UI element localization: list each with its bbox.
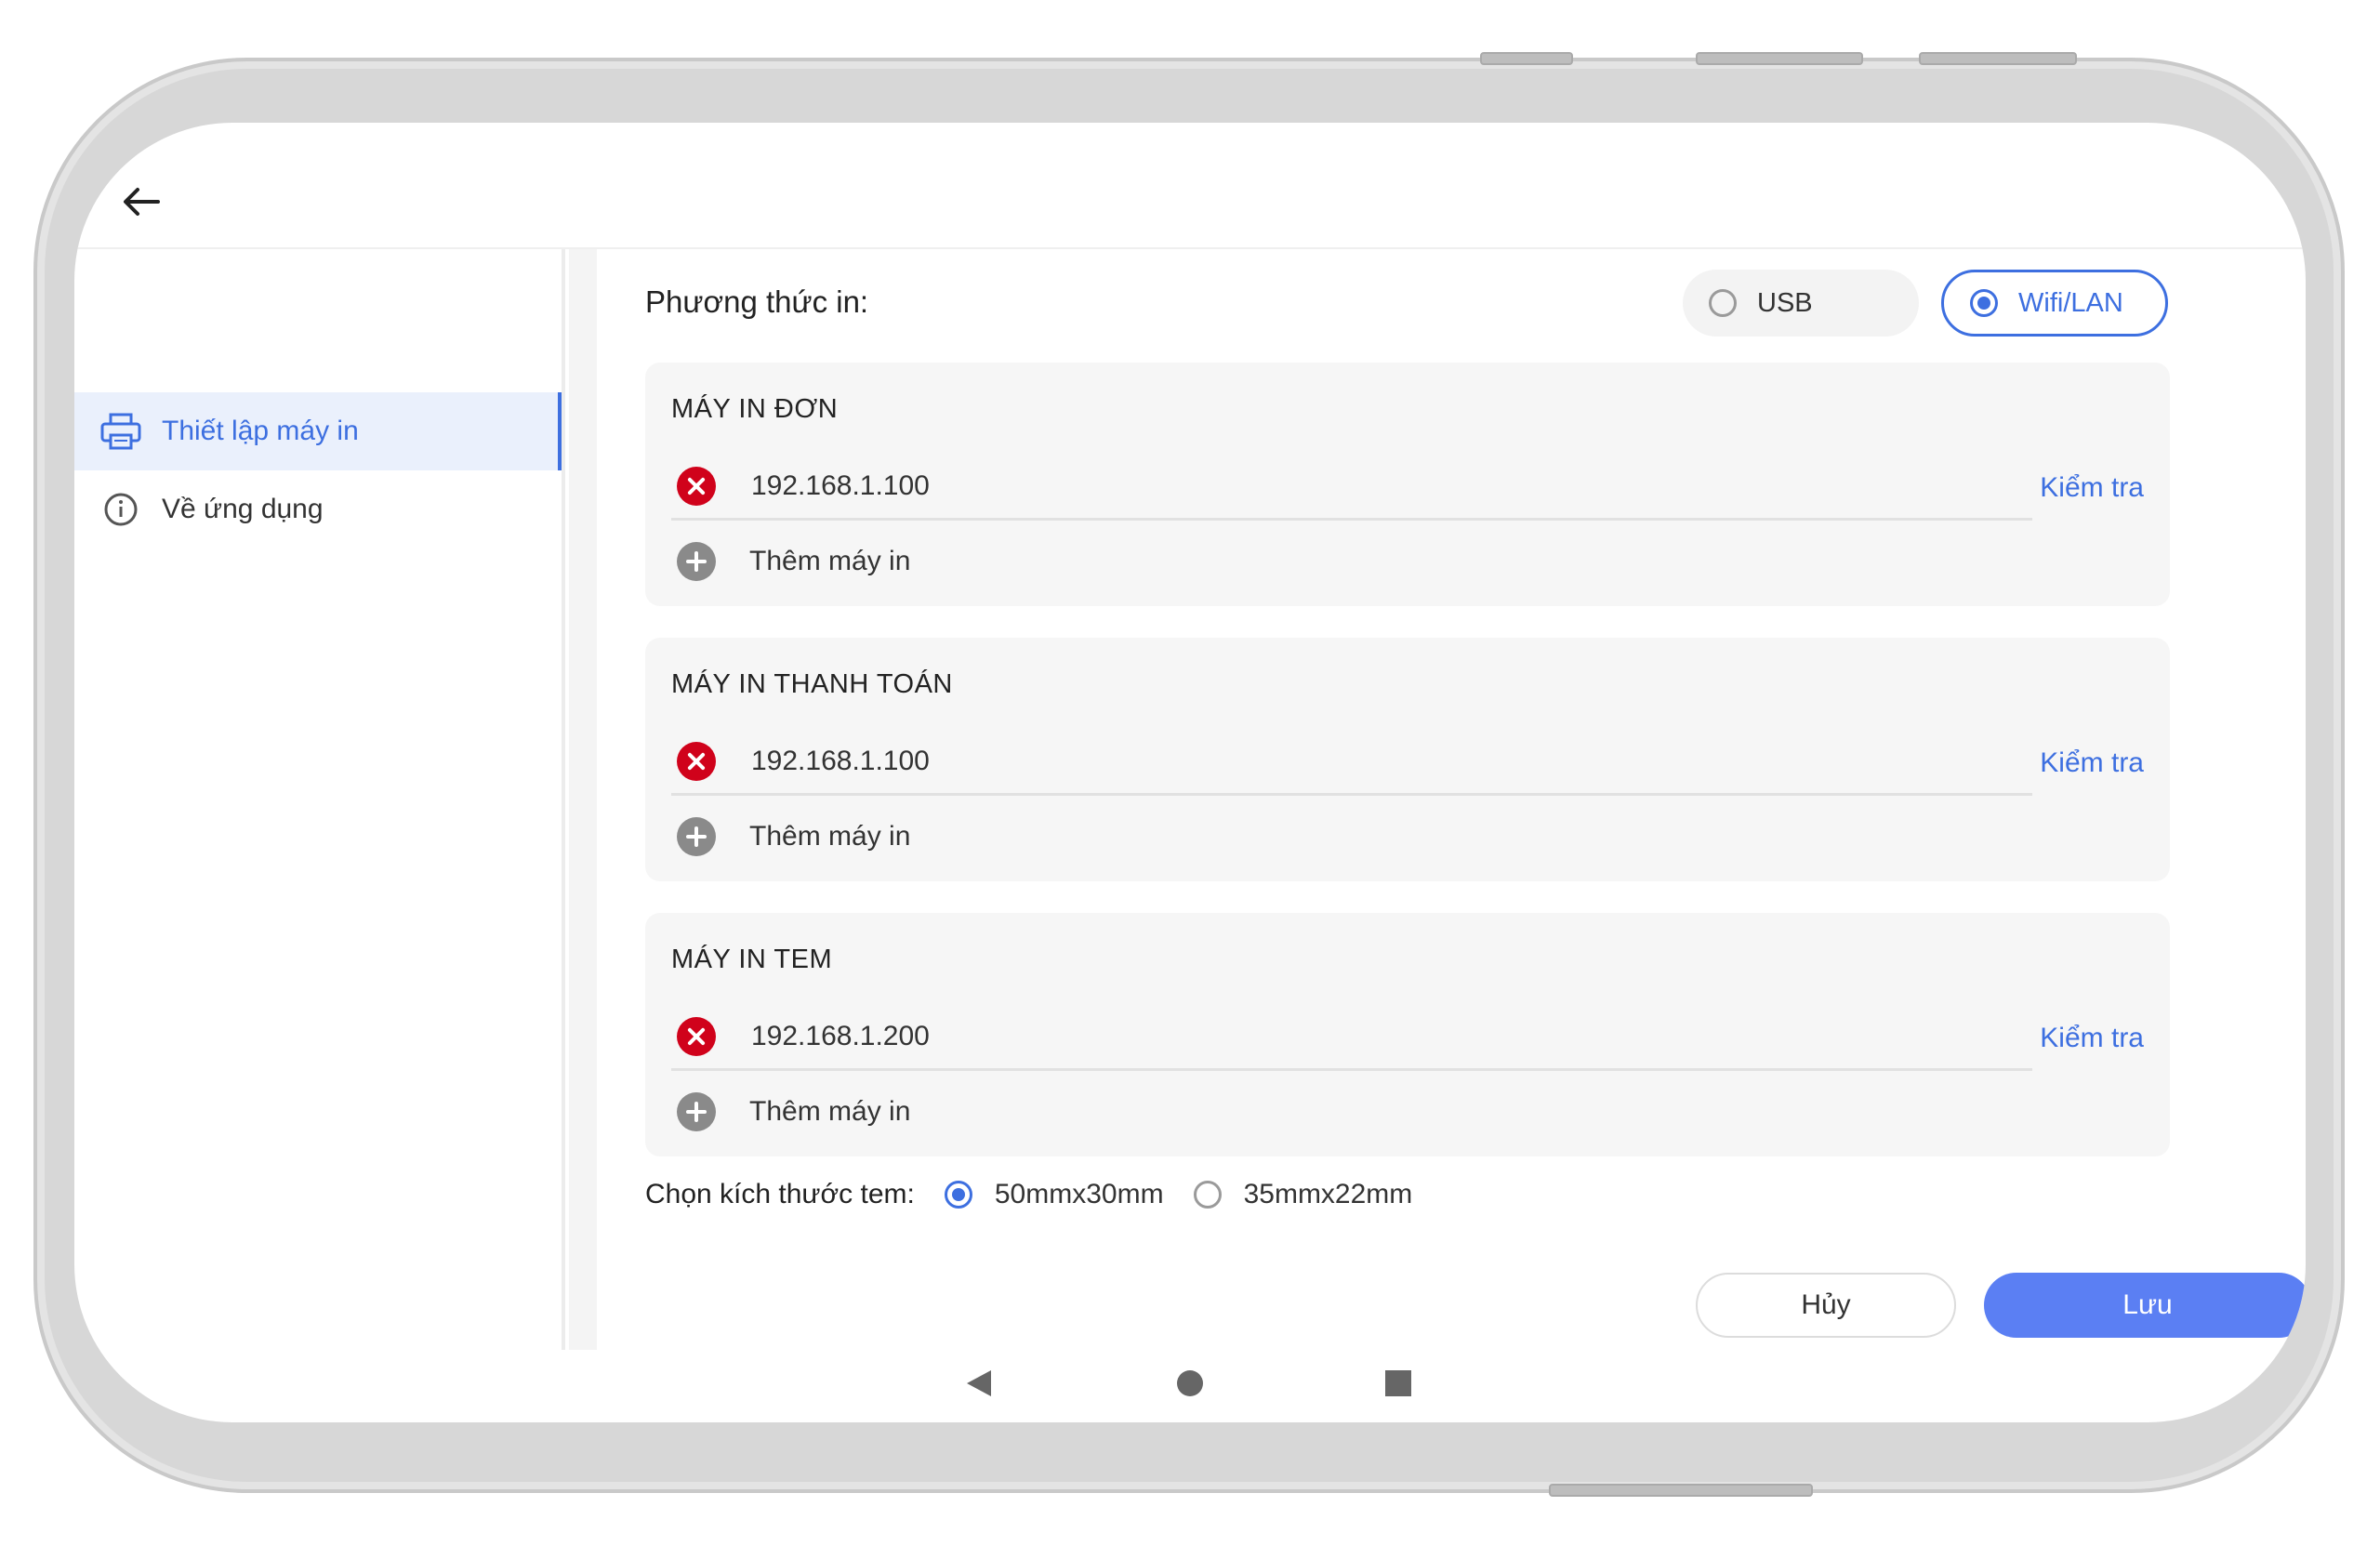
printer-row: 192.168.1.200 (671, 1006, 2032, 1071)
main-content: Phương thức in: USB Wifi/LAN MÁY IN ĐƠN … (569, 249, 2306, 1350)
test-printer-link[interactable]: Kiểm tra (2040, 747, 2144, 779)
add-printer-label: Thêm máy in (749, 546, 911, 576)
option-label: Wifi/LAN (2018, 287, 2123, 318)
printer-row: 192.168.1.100 (671, 731, 2032, 796)
printer-group-payment: MÁY IN THANH TOÁN 192.168.1.100 Kiểm tra… (645, 638, 2170, 881)
add-printer-button[interactable]: Thêm máy in (671, 1084, 910, 1140)
print-method-label: Phương thức in: (645, 284, 869, 319)
sidebar-item-label: Về ứng dụng (162, 494, 324, 524)
option-label: 35mmx22mm (1243, 1179, 1413, 1209)
label-size-label: Chọn kích thước tem: (645, 1179, 915, 1209)
radio-unchecked-icon (1709, 289, 1737, 317)
save-button[interactable]: Lưu (1984, 1273, 2306, 1338)
printer-row: 192.168.1.100 (671, 456, 2032, 521)
radio-checked-icon (944, 1181, 972, 1209)
sidebar: Thiết lập máy in Về ứng dụng (74, 249, 565, 1350)
option-label: USB (1757, 287, 1813, 318)
top-bar (74, 123, 2306, 249)
print-method-wifi-option[interactable]: Wifi/LAN (1941, 270, 2168, 337)
group-title: MÁY IN TEM (671, 945, 833, 974)
cancel-button[interactable]: Hủy (1696, 1273, 1956, 1338)
info-icon (99, 487, 143, 532)
group-title: MÁY IN THANH TOÁN (671, 669, 953, 699)
android-nav-bar (74, 1350, 2306, 1422)
plus-circle-icon (677, 817, 716, 856)
option-label: 50mmx30mm (994, 1179, 1164, 1209)
arrow-left-icon (124, 188, 160, 216)
plus-circle-icon (677, 1092, 716, 1131)
radio-unchecked-icon (1193, 1181, 1222, 1209)
sidebar-item-printer-settings[interactable]: Thiết lập máy in (74, 392, 562, 470)
group-title: MÁY IN ĐƠN (671, 394, 839, 424)
print-method-usb-option[interactable]: USB (1683, 270, 1919, 337)
test-printer-link[interactable]: Kiểm tra (2040, 472, 2144, 504)
printer-group-order: MÁY IN ĐƠN 192.168.1.100 Kiểm tra Thêm m… (645, 363, 2170, 606)
app-screen: Thiết lập máy in Về ứng dụng Phương thức… (74, 123, 2306, 1422)
sidebar-item-about-app[interactable]: Về ứng dụng (74, 470, 562, 548)
printer-ip: 192.168.1.100 (751, 470, 930, 501)
remove-printer-icon[interactable] (677, 742, 716, 781)
label-size-option-35x22[interactable]: 35mmx22mm (1193, 1179, 1413, 1210)
nav-home-icon[interactable] (1177, 1370, 1203, 1396)
plus-circle-icon (677, 542, 716, 581)
nav-recent-apps-icon[interactable] (1385, 1370, 1411, 1396)
radio-checked-icon (1970, 289, 1998, 317)
scrollbar-track[interactable] (569, 249, 597, 1350)
remove-printer-icon[interactable] (677, 1017, 716, 1056)
printer-group-label: MÁY IN TEM 192.168.1.200 Kiểm tra Thêm m… (645, 913, 2170, 1156)
label-size-option-50x30[interactable]: 50mmx30mm (944, 1179, 1164, 1210)
bottom-port (1549, 1484, 1813, 1497)
label-size-selector: Chọn kích thước tem: 50mmx30mm 35mmx22mm (645, 1179, 1412, 1210)
printer-ip: 192.168.1.100 (751, 746, 930, 776)
add-printer-button[interactable]: Thêm máy in (671, 534, 910, 589)
nav-back-icon[interactable] (967, 1370, 991, 1396)
test-printer-link[interactable]: Kiểm tra (2040, 1023, 2144, 1054)
back-button[interactable] (113, 178, 169, 225)
add-printer-button[interactable]: Thêm máy in (671, 809, 910, 865)
printer-icon (99, 409, 143, 454)
remove-printer-icon[interactable] (677, 467, 716, 506)
power-button (1919, 52, 2077, 65)
add-printer-label: Thêm máy in (749, 821, 911, 852)
volume-button (1696, 52, 1863, 65)
sidebar-item-label: Thiết lập máy in (162, 416, 359, 446)
volume-button (1480, 52, 1573, 65)
printer-ip: 192.168.1.200 (751, 1021, 930, 1051)
add-printer-label: Thêm máy in (749, 1096, 911, 1127)
